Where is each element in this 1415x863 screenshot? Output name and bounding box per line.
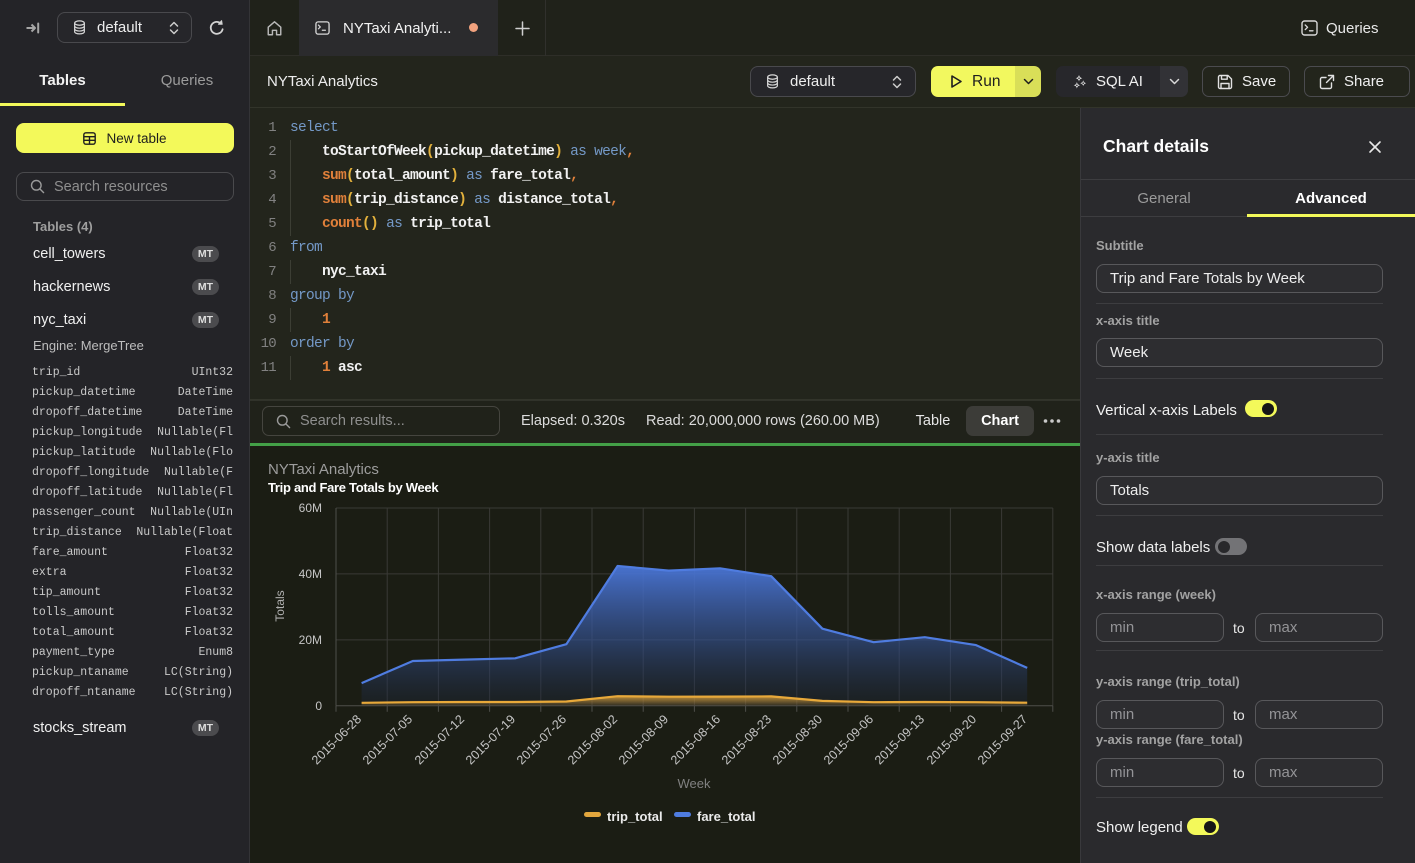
svg-text:2015-09-27: 2015-09-27 bbox=[975, 712, 1030, 767]
svg-text:Totals: Totals bbox=[273, 590, 287, 621]
svg-text:2015-07-05: 2015-07-05 bbox=[360, 712, 415, 767]
svg-text:NYTaxi Analytics: NYTaxi Analytics bbox=[268, 461, 379, 478]
svg-text:60M: 60M bbox=[299, 501, 322, 515]
svg-text:2015-08-02: 2015-08-02 bbox=[565, 712, 620, 767]
svg-text:2015-07-19: 2015-07-19 bbox=[463, 712, 518, 767]
svg-text:2015-09-20: 2015-09-20 bbox=[924, 712, 979, 767]
svg-text:0: 0 bbox=[315, 699, 322, 713]
svg-text:Trip and Fare Totals by Week: Trip and Fare Totals by Week bbox=[268, 480, 439, 495]
svg-text:fare_total: fare_total bbox=[697, 809, 756, 824]
svg-text:2015-09-06: 2015-09-06 bbox=[821, 712, 876, 767]
svg-text:2015-07-26: 2015-07-26 bbox=[514, 712, 569, 767]
svg-text:2015-08-23: 2015-08-23 bbox=[719, 712, 774, 767]
svg-text:2015-07-12: 2015-07-12 bbox=[412, 712, 467, 767]
svg-text:trip_total: trip_total bbox=[607, 809, 663, 824]
svg-text:Week: Week bbox=[678, 776, 711, 791]
svg-text:40M: 40M bbox=[299, 567, 322, 581]
svg-text:2015-08-09: 2015-08-09 bbox=[616, 712, 671, 767]
svg-text:2015-09-13: 2015-09-13 bbox=[872, 712, 927, 767]
svg-text:20M: 20M bbox=[299, 633, 322, 647]
svg-text:2015-06-28: 2015-06-28 bbox=[309, 712, 364, 767]
svg-text:2015-08-30: 2015-08-30 bbox=[770, 712, 825, 767]
svg-text:2015-08-16: 2015-08-16 bbox=[668, 712, 723, 767]
